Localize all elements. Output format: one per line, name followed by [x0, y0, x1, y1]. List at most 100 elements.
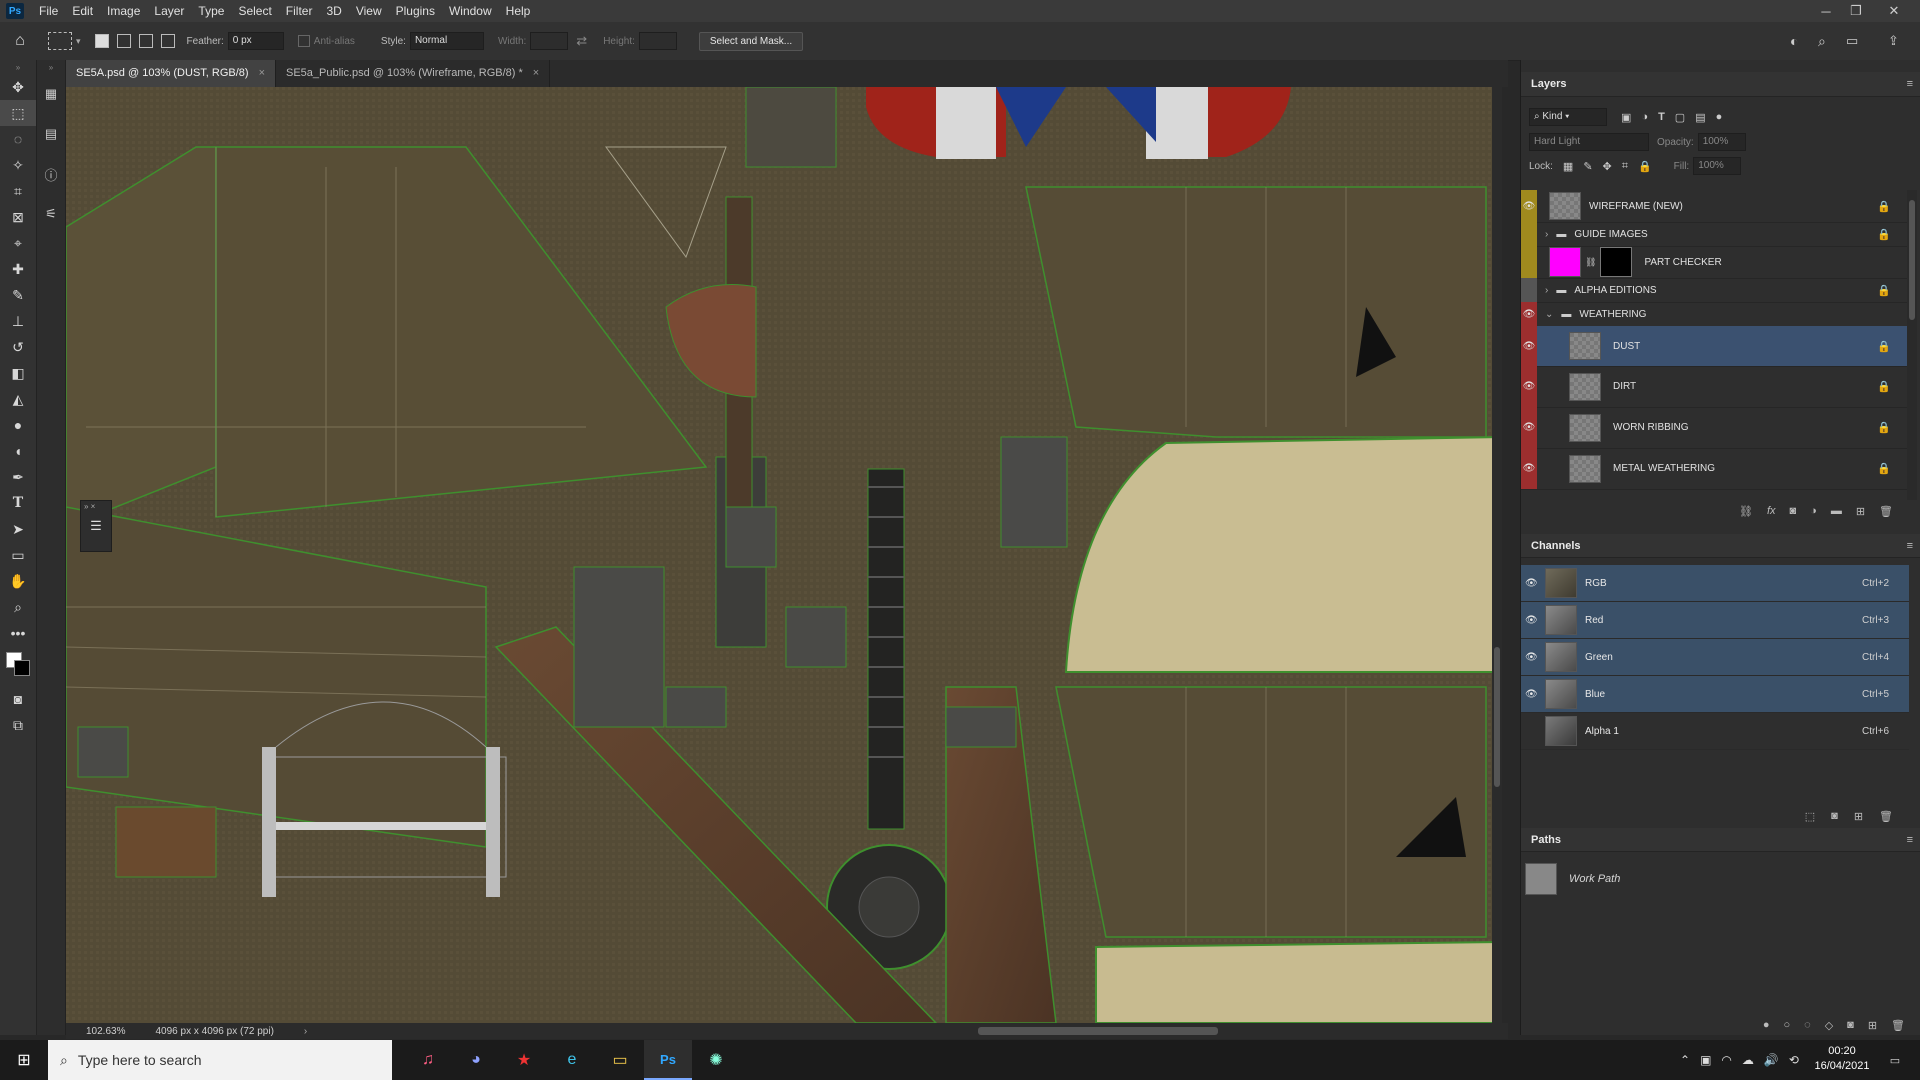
visibility-box[interactable]	[1521, 278, 1537, 302]
add-selection-icon[interactable]	[116, 34, 131, 48]
lock-pixels-icon[interactable]: ✎	[1583, 160, 1592, 173]
selection-to-path-icon[interactable]: ◇	[1825, 1019, 1833, 1032]
adjustments-icon[interactable]: ☰	[81, 518, 111, 534]
antialias-checkbox[interactable]	[297, 35, 310, 47]
close-icon[interactable]: ×	[259, 60, 265, 87]
save-selection-icon[interactable]: ◙	[1831, 810, 1838, 822]
menu-type[interactable]: Type	[191, 0, 231, 22]
layer-mask-thumbnail[interactable]	[1600, 247, 1633, 277]
brush-tool-icon[interactable]: ✎	[0, 282, 36, 308]
menu-edit[interactable]: Edit	[65, 0, 100, 22]
menu-filter[interactable]: Filter	[279, 0, 320, 22]
layer-row[interactable]: ⛓ PART CHECKER	[1521, 246, 1909, 279]
close-window-icon[interactable]: ✕	[1880, 0, 1908, 22]
menu-3d[interactable]: 3D	[319, 0, 348, 22]
kind-filter-select[interactable]: ⌕ Kind ▾	[1529, 108, 1607, 126]
type-tool-icon[interactable]: T	[0, 490, 36, 516]
shape-filter-icon[interactable]: ▢	[1675, 111, 1685, 124]
hamburger-menu-icon[interactable]: ≡	[1907, 72, 1913, 96]
filter-toggle-icon[interactable]: ●	[1716, 111, 1723, 123]
layer-group-row[interactable]: 👁 ⌄ ▬ WEATHERING	[1521, 302, 1909, 327]
channel-row[interactable]: 👁 RGB Ctrl+2	[1521, 565, 1909, 602]
screen-mode-icon[interactable]: ⧉	[0, 712, 36, 738]
close-icon[interactable]: ×	[533, 60, 539, 87]
chevron-right-icon[interactable]: ›	[1545, 229, 1548, 240]
tab-se5a[interactable]: SE5A.psd @ 103% (DUST, RGB/8) ×	[66, 60, 276, 87]
eye-icon[interactable]: 👁	[1521, 326, 1537, 366]
discord-icon[interactable]: ◕	[452, 1040, 500, 1080]
lock-position-icon[interactable]: ✥	[1603, 160, 1612, 173]
layers-scroll-thumb[interactable]	[1909, 200, 1915, 320]
link-layers-icon[interactable]: ⛓	[1739, 505, 1753, 518]
file-explorer-icon[interactable]: ▭	[596, 1040, 644, 1080]
eye-icon[interactable]: 👁	[1525, 652, 1539, 663]
document-canvas[interactable]: » × ☰	[66, 87, 1502, 1023]
hamburger-menu-icon[interactable]: ≡	[1907, 828, 1913, 852]
menu-select[interactable]: Select	[231, 0, 278, 22]
chevron-down-icon[interactable]: ▾	[76, 36, 81, 47]
eye-icon[interactable]: 👁	[1521, 190, 1537, 222]
eye-icon[interactable]: 👁	[1525, 578, 1539, 589]
lock-transparency-icon[interactable]: ▦	[1563, 160, 1573, 173]
chevron-down-icon[interactable]: ⌄	[1545, 309, 1553, 320]
grid-panel-icon[interactable]: ▦	[37, 74, 65, 114]
pixel-filter-icon[interactable]: ▣	[1621, 111, 1631, 124]
channel-row[interactable]: 👁 Green Ctrl+4	[1521, 639, 1909, 676]
minimize-icon[interactable]: ─	[1812, 0, 1840, 22]
photoshop-taskbar-icon[interactable]: Ps	[644, 1040, 692, 1080]
eye-icon[interactable]: 👁	[1521, 302, 1537, 326]
color-swatches[interactable]	[0, 646, 36, 686]
fill-path-icon[interactable]: ●	[1763, 1019, 1770, 1031]
dodge-tool-icon[interactable]: ◖	[0, 438, 36, 464]
itunes-icon[interactable]: ♫	[404, 1040, 452, 1080]
notifications-icon[interactable]: ▭	[1880, 1040, 1910, 1080]
zoom-level[interactable]: 102.63%	[86, 1026, 125, 1037]
rectangle-tool-icon[interactable]: ▭	[0, 542, 36, 568]
share-user-icon[interactable]: ◐	[1790, 33, 1798, 49]
adjustment-filter-icon[interactable]: ◑	[1641, 111, 1648, 123]
new-group-icon[interactable]: ▬	[1831, 505, 1842, 517]
tray-app-icon[interactable]: ▣	[1700, 1053, 1711, 1067]
more-tools-icon[interactable]: •••	[0, 620, 36, 646]
new-selection-icon[interactable]	[94, 34, 109, 48]
menu-help[interactable]: Help	[499, 0, 538, 22]
layer-row[interactable]: 👁 WIREFRAME (NEW) 🔒	[1521, 190, 1909, 223]
subtract-selection-icon[interactable]	[138, 34, 153, 48]
status-chevron-icon[interactable]: ›	[304, 1026, 307, 1037]
properties-panel-icon[interactable]: ⚟	[37, 194, 65, 234]
menu-file[interactable]: File	[32, 0, 65, 22]
floating-panel-close-icon[interactable]: » ×	[81, 501, 111, 512]
new-layer-icon[interactable]: ⊞	[1856, 505, 1865, 518]
lock-all-icon[interactable]: 🔒	[1638, 160, 1652, 173]
hamburger-menu-icon[interactable]: ≡	[1907, 534, 1913, 558]
marquee-tool-icon[interactable]: ⬚	[0, 100, 36, 126]
adjustment-layer-icon[interactable]: ◑	[1810, 505, 1817, 517]
magic-wand-icon[interactable]: ✧	[0, 152, 36, 178]
layer-group-row[interactable]: › ▬ ALPHA EDITIONS 🔒	[1521, 278, 1909, 303]
workspace-icon[interactable]: ▭	[1846, 33, 1858, 49]
new-channel-icon[interactable]: ⊞	[1854, 810, 1863, 823]
libraries-panel-icon[interactable]: ▤	[37, 114, 65, 154]
eye-icon[interactable]: 👁	[1525, 689, 1539, 700]
paths-panel-header[interactable]: Paths ≡	[1521, 828, 1920, 852]
channels-panel-header[interactable]: Channels ≡	[1521, 534, 1920, 558]
move-tool-icon[interactable]: ✥	[0, 74, 36, 100]
visibility-box[interactable]	[1521, 222, 1537, 246]
windows-start-icon[interactable]: ⊞	[0, 1040, 48, 1080]
menu-view[interactable]: View	[349, 0, 389, 22]
path-select-icon[interactable]: ➤	[0, 516, 36, 542]
marquee-preset-icon[interactable]	[48, 32, 72, 50]
ime-icon[interactable]: ⟲	[1789, 1053, 1799, 1067]
path-to-selection-icon[interactable]: ◌	[1804, 1019, 1811, 1031]
intersect-selection-icon[interactable]	[160, 34, 175, 48]
path-row[interactable]: Work Path	[1521, 860, 1909, 898]
select-and-mask-button[interactable]: Select and Mask...	[698, 31, 804, 51]
tab-se5a-public[interactable]: SE5a_Public.psd @ 103% (Wireframe, RGB/8…	[276, 60, 551, 87]
smartobject-filter-icon[interactable]: ▤	[1695, 111, 1705, 124]
quick-mask-icon[interactable]: ◙	[0, 686, 36, 712]
blur-tool-icon[interactable]: ●	[0, 412, 36, 438]
eye-icon[interactable]: 👁	[1521, 366, 1537, 407]
volume-icon[interactable]: 🔊	[1764, 1053, 1779, 1067]
layers-scrollbar[interactable]	[1907, 190, 1917, 500]
pen-tool-icon[interactable]: ✒	[0, 464, 36, 490]
